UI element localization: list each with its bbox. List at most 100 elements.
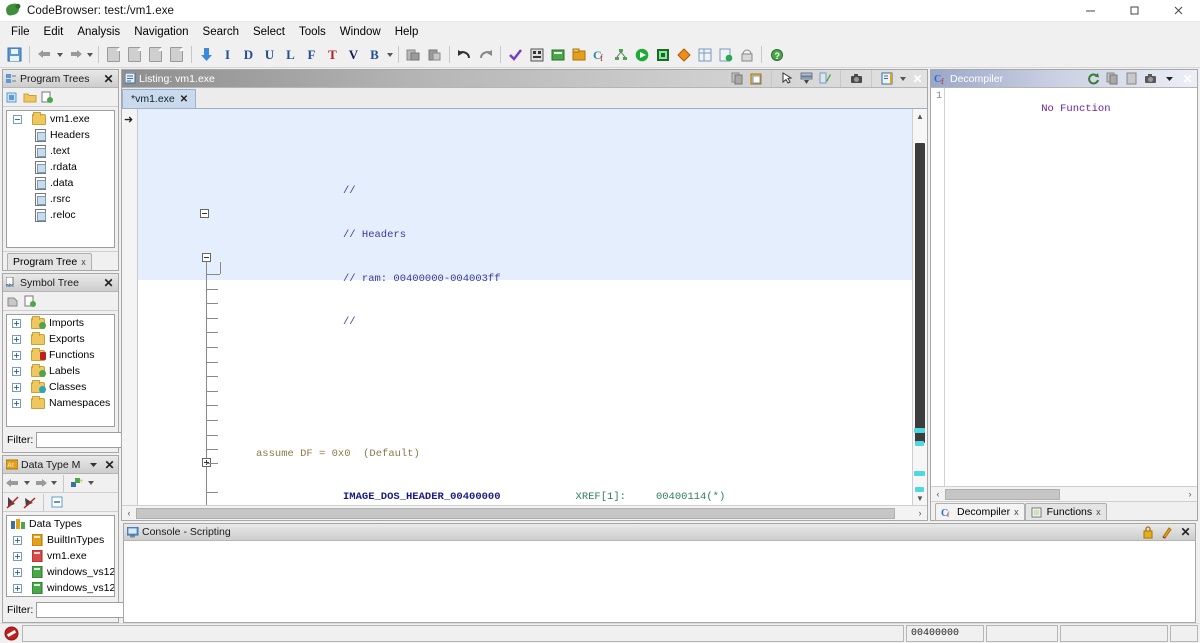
toggle-bookmark-icon[interactable]: B: [364, 44, 385, 65]
listing-line[interactable]: IMAGE_DOS_HEADER_00400000XREF[1]:0040011…: [138, 490, 912, 505]
diff-navigate-icon[interactable]: [798, 71, 814, 86]
expand-icon[interactable]: [13, 536, 22, 545]
new-window-icon[interactable]: [124, 44, 145, 65]
scroll-right-icon[interactable]: ›: [1183, 489, 1197, 499]
forward-dropdown-caret-icon[interactable]: [49, 473, 58, 494]
collapse-icon[interactable]: [13, 115, 22, 124]
close-icon[interactable]: ✕: [1180, 71, 1195, 86]
tree-node-imports[interactable]: Imports: [7, 315, 114, 331]
paste-icon[interactable]: [748, 71, 764, 86]
toggle-label-icon[interactable]: L: [280, 44, 301, 65]
toggle-view-icon[interactable]: V: [343, 44, 364, 65]
save-icon[interactable]: [4, 44, 25, 65]
run-script-icon[interactable]: [631, 44, 652, 65]
back-icon[interactable]: [34, 44, 55, 65]
tree-node-rsrc[interactable]: .rsrc: [7, 191, 114, 207]
expand-icon[interactable]: [13, 584, 22, 593]
memory-map-icon[interactable]: [526, 44, 547, 65]
tree-node-data-types-root[interactable]: Data Types: [7, 516, 114, 532]
lock-icon[interactable]: [1140, 525, 1156, 540]
tree-node-labels[interactable]: Labels: [7, 363, 114, 379]
listing-line[interactable]: //: [138, 184, 912, 199]
listing-line[interactable]: // ram: 00400000-004003ff: [138, 272, 912, 287]
listing-line[interactable]: [138, 359, 912, 374]
tree-node-functions[interactable]: Functions: [7, 347, 114, 363]
diff-icon[interactable]: [673, 44, 694, 65]
new-data-type-caret-icon[interactable]: [86, 473, 95, 494]
forward-dropdown-caret-icon[interactable]: [85, 44, 94, 65]
edit-field-icon[interactable]: [817, 71, 833, 86]
expand-icon[interactable]: [13, 552, 22, 561]
scroll-down-icon[interactable]: ▼: [913, 491, 927, 505]
tree-node-windows-vs12-64[interactable]: windows_vs12_64: [7, 580, 114, 596]
tree-node-headers[interactable]: Headers: [7, 127, 114, 143]
close-icon[interactable]: ✕: [180, 94, 188, 105]
scroll-left-icon[interactable]: ‹: [122, 508, 136, 518]
filter-pointers-icon[interactable]: [5, 495, 21, 510]
bytes-viewer-icon[interactable]: [568, 44, 589, 65]
listing-gutter[interactable]: ➜: [122, 109, 138, 505]
menu-navigation[interactable]: Navigation: [127, 24, 195, 40]
tree-node-root[interactable]: vm1.exe: [7, 111, 114, 127]
go-to-symbol-icon[interactable]: [22, 294, 38, 309]
help-icon[interactable]: ?: [766, 44, 787, 65]
close-icon[interactable]: x: [1014, 507, 1019, 517]
snapshot-icon[interactable]: [848, 71, 864, 86]
filter-arrays-icon[interactable]: [22, 495, 38, 510]
forward-icon[interactable]: [64, 44, 85, 65]
down-arrow-icon[interactable]: [196, 44, 217, 65]
maximize-icon[interactable]: [1112, 0, 1156, 22]
close-icon[interactable]: ✕: [101, 71, 116, 86]
tree-node-vm1exe[interactable]: vm1.exe: [7, 548, 114, 564]
scrollbar-thumb[interactable]: [945, 489, 1060, 500]
tab-decompiler[interactable]: Cf Decompiler x: [935, 503, 1025, 520]
toggle-dropdown-caret-icon[interactable]: [385, 44, 394, 65]
toggle-instruction-icon[interactable]: I: [217, 44, 238, 65]
toggle-instruction-not-in-function-icon[interactable]: T: [322, 44, 343, 65]
collapse-icon[interactable]: [202, 253, 211, 262]
collapse-all-icon[interactable]: [49, 495, 65, 510]
browser-options-icon[interactable]: [879, 71, 895, 86]
scroll-left-icon[interactable]: ‹: [931, 489, 945, 499]
cursor-select-icon[interactable]: [779, 71, 795, 86]
tree-node-reloc[interactable]: .reloc: [7, 207, 114, 223]
create-symbol-icon[interactable]: [5, 294, 21, 309]
copy-window-icon[interactable]: [145, 44, 166, 65]
console-output[interactable]: [123, 541, 1196, 623]
close-icon[interactable]: x: [81, 257, 86, 267]
scroll-up-icon[interactable]: ▲: [913, 109, 927, 123]
close-icon[interactable]: ✕: [1178, 525, 1193, 540]
menu-analysis[interactable]: Analysis: [70, 24, 127, 40]
no-changes-icon[interactable]: [2, 626, 20, 641]
tree-node-exports[interactable]: Exports: [7, 331, 114, 347]
go-to-program-icon[interactable]: [39, 90, 55, 105]
decompile-icon[interactable]: Cf: [589, 44, 610, 65]
expand-icon[interactable]: [12, 367, 21, 376]
tree-node-rdata[interactable]: .rdata: [7, 159, 114, 175]
tree-node-text[interactable]: .text: [7, 143, 114, 159]
function-graph-icon[interactable]: [610, 44, 631, 65]
new-data-type-icon[interactable]: +: [69, 476, 85, 491]
expand-icon[interactable]: [13, 568, 22, 577]
tree-node-classes[interactable]: Classes: [7, 379, 114, 395]
back-dropdown-caret-icon[interactable]: [55, 44, 64, 65]
menu-file[interactable]: File: [4, 24, 37, 40]
scrollbar-track[interactable]: [913, 123, 927, 491]
expand-icon[interactable]: [12, 335, 21, 344]
decompiler-horizontal-scrollbar[interactable]: ‹ ›: [931, 486, 1197, 501]
select-subtract-icon[interactable]: [424, 44, 445, 65]
expand-icon[interactable]: [12, 399, 21, 408]
menu-edit[interactable]: Edit: [37, 24, 71, 40]
collapse-icon[interactable]: [200, 209, 209, 218]
browser-options-caret-icon[interactable]: [898, 68, 907, 89]
listing-line[interactable]: // Headers: [138, 228, 912, 243]
forward-icon[interactable]: [32, 476, 48, 491]
check-icon[interactable]: [505, 44, 526, 65]
listing-vertical-scrollbar[interactable]: ▲ ▼: [912, 109, 927, 505]
listing-tab-vm1exe[interactable]: *vm1.exe ✕: [122, 89, 196, 108]
tab-program-tree[interactable]: Program Tree x: [7, 253, 92, 270]
copy-icon[interactable]: [729, 71, 745, 86]
listing-line[interactable]: [138, 403, 912, 418]
scrollbar-track[interactable]: [945, 488, 1183, 501]
snapshot-icon[interactable]: [1142, 71, 1158, 86]
